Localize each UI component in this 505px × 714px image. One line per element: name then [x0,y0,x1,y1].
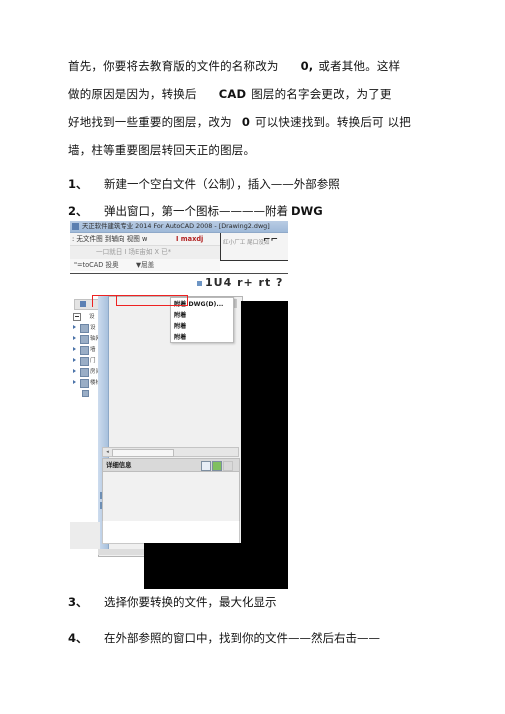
tree-item-3-icon [80,346,89,355]
embedded-screenshot: 天正软件建筑专业 2014 For AutoCAD 2008 - [Drawin… [70,221,288,589]
step-item-1: 1、 新建一个空白文件（公制），插入——外部参照 [68,176,340,192]
paragraph-1: 首先，你要将去教育版的文件的名称改为 0, 或者其他。这样 [68,58,468,74]
expand-arrow-icon[interactable] [73,325,76,329]
tree-item-3[interactable]: 墙 [73,344,99,355]
step-1-text: 新建一个空白文件（公制），插入——外部参照 [104,177,340,191]
app-icon [72,223,79,230]
details-panel-header: 详细信息 [103,459,239,472]
toolbar-divider [70,273,288,274]
tree-toolbar-icon [80,301,86,307]
status-bottom-strip [98,549,144,555]
tree-item-4-icon [80,357,89,366]
step-2-number: 2、 [68,204,88,218]
step-1-number: 1、 [68,177,88,191]
expand-arrow-icon[interactable] [73,347,76,351]
menu-bar[interactable]: : 无文件图 到辅向 视图 w I maxdj [70,233,220,246]
command-right-panel: 红小厂工 尾口没如 ⌐⌐ [220,233,288,261]
paragraph-4-seg-a: 墙，柱等重要图层转回天正的图层。 [68,143,256,157]
toolbar-row-2-text: 一口就日 I 场E宙如 X 已* [96,248,172,256]
details-preview-button[interactable] [201,461,211,471]
tree-item-4-label: 门 [90,358,96,364]
tree-item-6[interactable]: 楼梯 [73,377,101,388]
app-title-bar: 天正软件建筑专业 2014 For AutoCAD 2008 - [Drawin… [70,221,288,233]
tree-item-2-icon [80,335,89,344]
tree-item-0[interactable]: 设 [73,311,99,322]
expand-arrow-icon[interactable] [73,369,76,373]
expand-arrow-icon[interactable] [73,336,76,340]
palette-horizontal-scrollbar[interactable]: ◂ [102,447,239,457]
details-info-button[interactable] [212,461,222,471]
tree-item-4[interactable]: 门 [73,355,99,366]
tree-item-1[interactable]: 设 [73,322,99,333]
paragraph-1-seg-a: 首先，你要将去教育版的文件的名称改为 [68,59,279,73]
details-extra-button[interactable] [223,461,233,471]
toolbar-row-2[interactable]: 一口就日 I 场E宙如 X 已* [70,246,220,259]
red-highlight-box [116,295,188,306]
tree-toolbar[interactable] [74,299,100,310]
paragraph-2-seg-c: 图层的名字会更改，为了更 [251,87,392,101]
status-left-block [70,522,100,549]
step-4-suffix: ——然后右击—— [288,631,380,645]
details-panel-title: 详细信息 [106,461,132,469]
paragraph-2-seg-a: 做的原因是因为，转换后 [68,87,197,101]
toolbar-glyph-icon: ⌐⌐ [263,235,279,245]
menu-bar-highlight: I maxdj [176,235,204,243]
paragraph-4: 墙，柱等重要图层转回天正的图层。 [68,142,468,158]
context-menu-item-2[interactable]: 附着 [174,310,186,321]
tree-item-3-label: 墙 [90,347,96,353]
paragraph-3-seg-c: 可以快速找到。转换后可 以把 [255,115,411,129]
toolbar-square-icon [197,280,202,286]
tree-item-6-icon [80,379,89,388]
red-annotation-line-horizontal [92,295,118,297]
step-4-number: 4、 [68,631,88,645]
tree-item-5-icon [80,368,89,377]
drawing-toolbar-text: 1U4 r+ rt ? [205,276,284,289]
feature-tree-panel[interactable]: 设 设 轴网 墙 门 房间 楼梯 [72,299,101,399]
toolbar-row-3-left: "=toCAD 投奥 [74,261,119,269]
drawing-toolbar-row[interactable]: 1U4 r+ rt ? [197,276,283,289]
paragraph-3: 好地找到一些重要的图层，改为 0 可以快速找到。转换后可 以把 [68,114,468,130]
step-item-2: 2、 弹出窗口，第一个图标————附着 DWG [68,203,323,219]
context-menu-item-4[interactable]: 附着 [174,332,186,343]
tree-item-7-icon [82,390,89,397]
red-annotation-line-vertical [92,295,94,307]
tree-item-0-label: 设 [89,314,95,320]
app-title-text: 天正软件建筑专业 2014 For AutoCAD 2008 - [Drawin… [82,222,270,230]
tree-item-5[interactable]: 房间 [73,366,101,377]
palette-footer-strip [102,521,240,544]
toolbar-row-3[interactable]: "=toCAD 投奥 ▼屈盖 [70,259,220,271]
step-2-bold-tail: DWG [291,204,323,218]
tree-item-1-label: 设 [90,325,96,331]
tree-item-1-icon [80,324,89,333]
step-item-3: 3、 选择你要转换的文件，最大化显示 [68,594,277,610]
step-3-text: 选择你要转换的文件，最大化显示 [104,595,277,609]
collapse-icon[interactable] [73,313,81,321]
expand-arrow-icon[interactable] [73,358,76,362]
scroll-left-arrow-icon[interactable]: ◂ [104,449,111,455]
paragraph-3-seg-a: 好地找到一些重要的图层，改为 [68,115,232,129]
step-4-text: 在外部参照的窗口中，找到你的文件 [104,631,288,645]
paragraph-2: 做的原因是因为，转换后 CAD 图层的名字会更改，为了更 [68,86,468,102]
menu-bar-text: : 无文件图 到辅向 视图 w [72,235,148,243]
paragraph-1-seg-c: 或者其他。这样 [318,59,401,73]
step-3-number: 3、 [68,595,88,609]
scrollbar-thumb[interactable] [112,449,174,457]
tree-item-2[interactable]: 轴网 [73,333,101,344]
toolbar-row-3-right: ▼屈盖 [136,261,155,269]
context-menu-item-3[interactable]: 附着 [174,321,186,332]
drawing-canvas-bottom [144,543,288,589]
step-item-4: 4、 在外部参照的窗口中，找到你的文件——然后右击—— [68,630,380,646]
paragraph-3-seg-b: 0 [241,115,251,129]
paragraph-1-seg-b: 0, [300,59,314,73]
expand-arrow-icon[interactable] [73,380,76,384]
step-2-text: 弹出窗口，第一个图标————附着 [104,204,288,218]
details-panel: 详细信息 [102,458,240,523]
tree-item-7[interactable] [73,388,99,399]
paragraph-2-seg-b: CAD [218,87,247,101]
